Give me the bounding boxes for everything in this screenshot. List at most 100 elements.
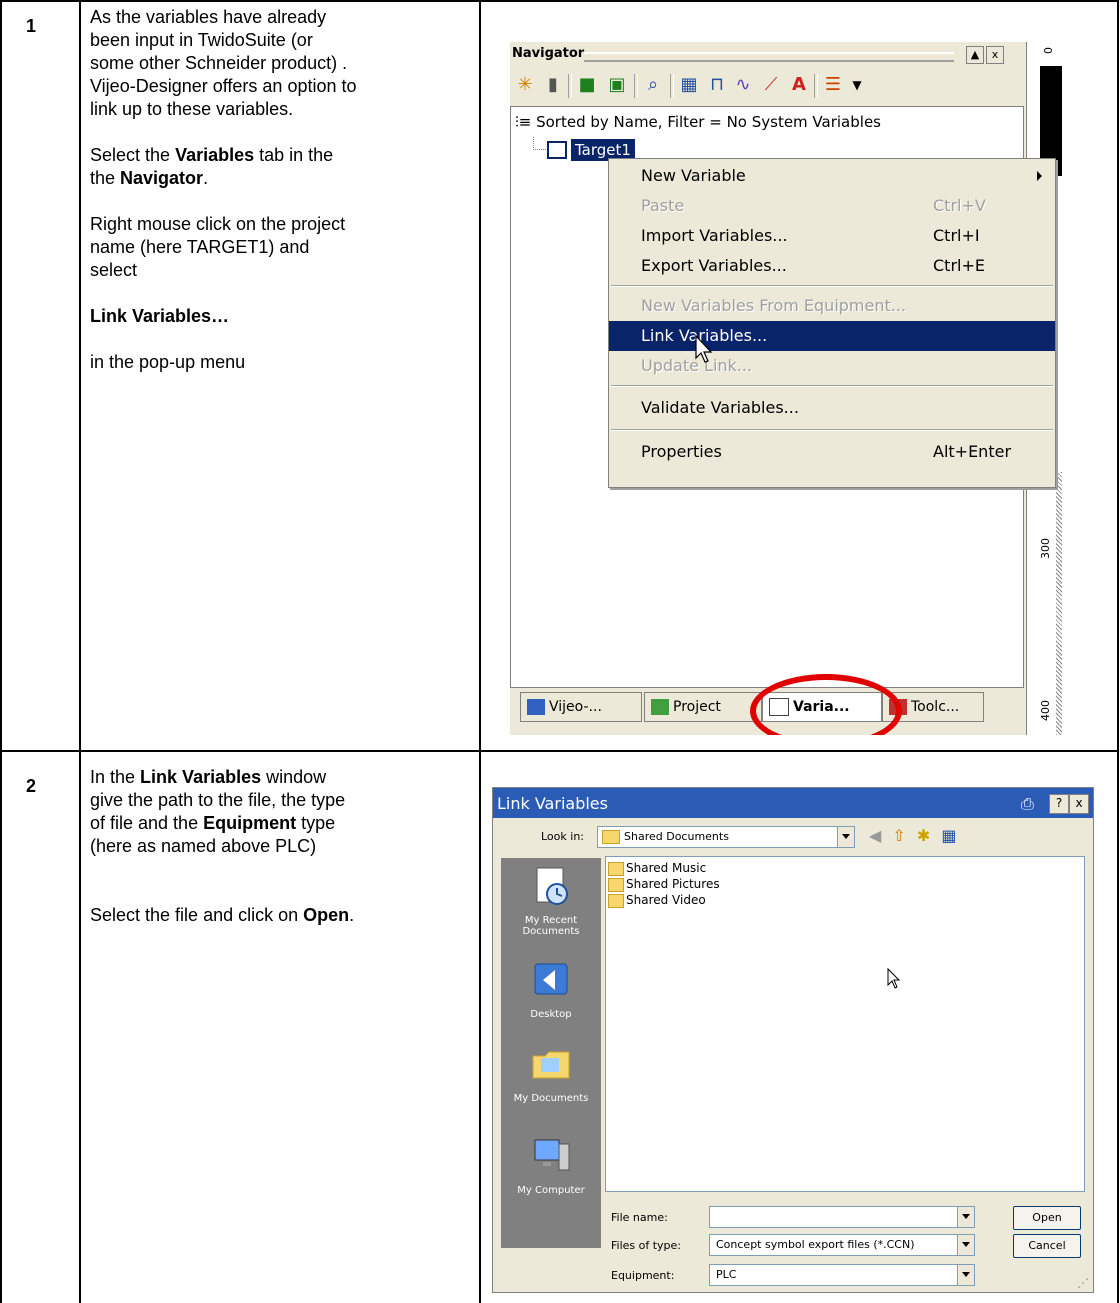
menu-item-import-variables[interactable]: Import Variables... Ctrl+I — [609, 221, 1055, 251]
look-in-select[interactable]: Shared Documents — [597, 826, 855, 848]
place-label: Desktop — [530, 1009, 572, 1020]
equipment-icon[interactable]: ▮ — [542, 74, 564, 96]
help-button[interactable]: ? — [1049, 794, 1069, 814]
menu-item-shortcut: Ctrl+E — [933, 256, 985, 275]
list-item[interactable]: Shared Video — [608, 893, 706, 908]
star-icon[interactable]: ✳ — [514, 74, 536, 96]
close-button[interactable]: x — [986, 46, 1004, 64]
table-border-top — [0, 0, 1119, 2]
menu-item-shortcut: Alt+Enter — [933, 442, 1012, 461]
place-desktop[interactable]: Desktop — [501, 958, 601, 1020]
mouse-cursor-icon — [695, 334, 713, 363]
dialog-title: Link Variables — [497, 794, 608, 813]
text-run: As the variables have already been input… — [90, 7, 357, 119]
equipment-select[interactable]: PLC — [709, 1264, 975, 1286]
list-item[interactable]: Shared Pictures — [608, 877, 720, 892]
step-paragraph: Right mouse click on the project name (h… — [90, 213, 360, 282]
menu-item-paste: Paste Ctrl+V — [609, 191, 1055, 221]
mouse-cursor-icon — [887, 967, 901, 989]
list-item[interactable]: Shared Music — [608, 861, 706, 876]
step-paragraph: Select the Variables tab in the the Navi… — [90, 144, 360, 190]
text-run: . — [203, 168, 209, 188]
find-icon[interactable]: ⌕ — [642, 74, 664, 96]
new-folder-icon[interactable]: ✱ — [917, 826, 930, 845]
menu-item-label: Validate Variables... — [641, 398, 799, 417]
place-my-computer[interactable]: My Computer — [501, 1134, 601, 1196]
text-run-bold: Open — [303, 905, 350, 925]
tab-vijeo[interactable]: Vijeo-... — [520, 692, 642, 722]
tree-filter-text: Sorted by Name, Filter = No System Varia… — [536, 113, 881, 131]
title-grip[interactable] — [584, 52, 954, 62]
toolbar-separator — [670, 74, 674, 98]
printer-icon[interactable]: ⎙ — [1021, 794, 1034, 814]
menu-item-label: Export Variables... — [641, 256, 787, 275]
dialog-title-bar: Link Variables ⎙ ? x — [493, 788, 1093, 818]
back-icon[interactable]: ◀ — [869, 826, 881, 845]
ruler-label: 400 — [1039, 700, 1052, 721]
wave-icon[interactable]: ∿ — [732, 74, 754, 96]
open-button[interactable]: Open — [1013, 1206, 1081, 1230]
close-button[interactable]: x — [1069, 794, 1089, 814]
navigator-screenshot: Navigator ▲ x ✳ ▮ ■ ▣ ⌕ ▦ ⊓ ∿ ⟋ A ☰ ▼ ⫶≡… — [510, 42, 1062, 735]
resize-grip-icon[interactable]: ⋰ — [1077, 1276, 1089, 1290]
trend-icon[interactable]: ⟋ — [760, 74, 782, 96]
place-my-documents[interactable]: My Documents — [501, 1042, 601, 1104]
folder-icon — [532, 1051, 570, 1079]
place-my-recent-documents[interactable]: My Recent Documents — [501, 864, 601, 937]
desktop-icon — [534, 963, 568, 995]
menu-item-label: Paste — [641, 196, 685, 215]
tree-filter-header: ⫶≡ Sorted by Name, Filter = No System Va… — [515, 113, 881, 131]
grid-icon[interactable]: ▦ — [678, 74, 700, 96]
look-in-value: Shared Documents — [624, 830, 729, 843]
text-run: In the — [90, 767, 141, 787]
menu-item-export-variables[interactable]: Export Variables... Ctrl+E — [609, 251, 1055, 281]
folder-icon — [608, 861, 624, 876]
pulse-icon[interactable]: ⊓ — [706, 74, 728, 96]
navigator-toolbar: ✳ ▮ ■ ▣ ⌕ ▦ ⊓ ∿ ⟋ A ☰ ▼ — [510, 68, 1022, 104]
chevron-down-icon[interactable]: ▼ — [846, 74, 868, 96]
panel-icon[interactable]: ■ — [576, 74, 598, 96]
file-name-input[interactable] — [709, 1206, 975, 1228]
menu-item-label: New Variable — [641, 166, 746, 185]
tab-label: Project — [673, 699, 721, 715]
menu-item-link-variables[interactable]: Link Variables... — [609, 321, 1055, 351]
step-paragraph: Link Variables… — [90, 305, 360, 328]
cancel-button[interactable]: Cancel — [1013, 1234, 1081, 1258]
tab-project[interactable]: Project — [644, 692, 762, 722]
list-icon[interactable]: ☰ — [822, 74, 844, 96]
chevron-down-icon[interactable] — [957, 1235, 974, 1255]
menu-separator — [611, 285, 1053, 287]
table-row-divider — [0, 750, 1119, 752]
toolbar-separator — [814, 74, 818, 98]
panel-alt-icon[interactable]: ▣ — [606, 74, 628, 96]
navigator-title: Navigator — [512, 46, 585, 61]
menu-item-shortcut: Ctrl+I — [933, 226, 980, 245]
chevron-down-icon[interactable] — [957, 1265, 974, 1285]
menu-item-update-link: Update Link... — [609, 351, 1055, 381]
files-of-type-select[interactable]: Concept symbol export files (*.CCN) — [709, 1234, 975, 1256]
text-run: . — [349, 905, 355, 925]
chevron-down-icon[interactable] — [837, 827, 854, 847]
chevron-down-icon[interactable] — [957, 1207, 974, 1227]
menu-item-validate-variables[interactable]: Validate Variables... — [609, 393, 1055, 423]
file-label: Shared Video — [626, 893, 706, 907]
view-menu-icon[interactable]: ▦ — [941, 826, 956, 845]
ruler-label: 300 — [1039, 538, 1052, 559]
place-label: My Computer — [517, 1185, 585, 1196]
folder-icon — [602, 830, 620, 844]
files-of-type-value: Concept symbol export files (*.CCN) — [716, 1238, 915, 1251]
menu-item-label: Properties — [641, 442, 722, 461]
up-folder-icon[interactable]: ⇧ — [892, 826, 905, 845]
file-label: Shared Music — [626, 861, 707, 875]
file-list: Shared Music Shared Pictures Shared Vide… — [605, 856, 1085, 1192]
submenu-arrow-icon — [1037, 171, 1042, 181]
menu-item-properties[interactable]: Properties Alt+Enter — [609, 437, 1055, 467]
file-label: Shared Pictures — [626, 877, 720, 891]
menu-item-label: New Variables From Equipment... — [641, 296, 907, 315]
menu-item-new-variable[interactable]: New Variable — [609, 161, 1055, 191]
place-label: My Recent Documents — [522, 915, 580, 937]
text-run: in the pop-up menu — [90, 352, 246, 372]
text-icon[interactable]: A — [788, 74, 810, 96]
maximize-button[interactable]: ▲ — [966, 46, 984, 64]
step-paragraph: in the pop-up menu — [90, 351, 360, 374]
